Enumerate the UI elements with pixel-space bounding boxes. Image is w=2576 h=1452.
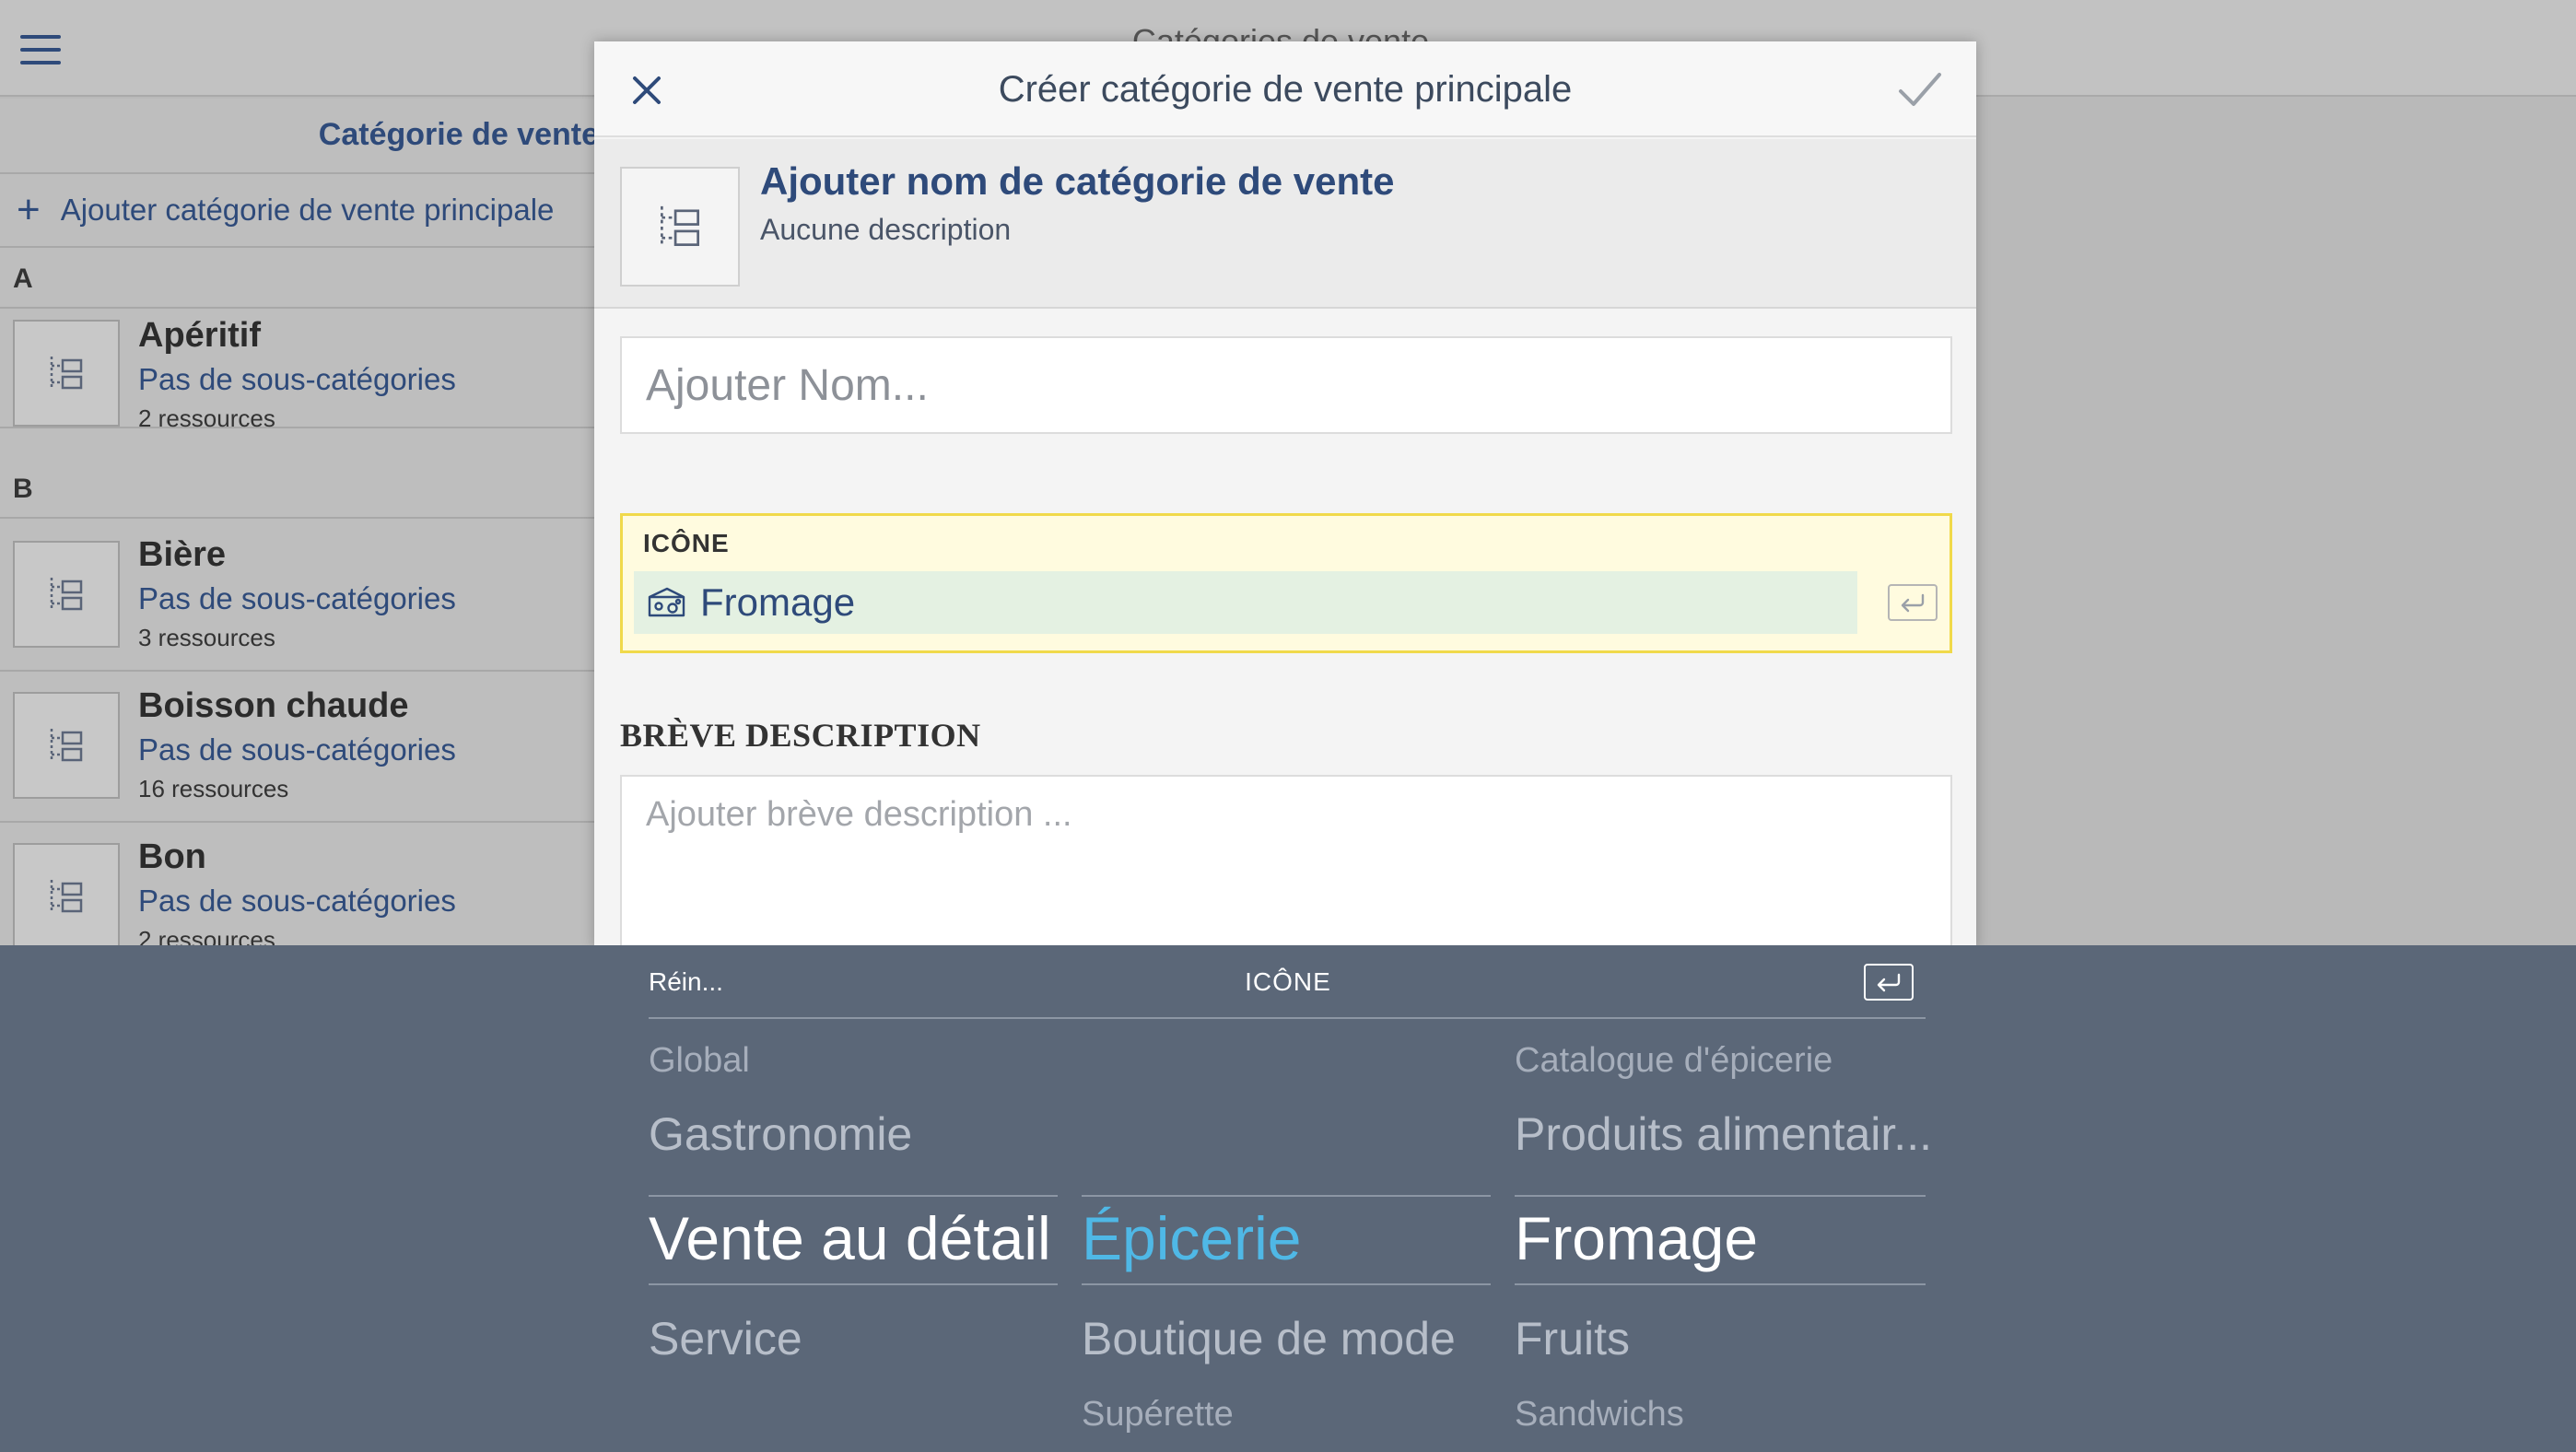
category-tree-icon [13,692,120,799]
icon-field-value[interactable]: Fromage [634,571,1857,634]
category-resources: 16 ressources [138,775,289,802]
selection-line [649,1283,1058,1285]
picker-option[interactable]: Catalogue d'épicerie [1515,1041,1832,1081]
category-resources: 2 ressources [138,404,275,432]
name-input[interactable] [620,336,1952,434]
dialog-header: Créer catégorie de vente principale [594,41,1976,137]
picker-option[interactable]: Sandwichs [1515,1395,1684,1434]
plus-icon: + [17,187,41,232]
selection-line [1082,1195,1491,1197]
category-subcategories: Pas de sous-catégories [138,884,456,918]
selection-line [649,1195,1058,1197]
description-label: BRÈVE DESCRIPTION [620,717,981,754]
selection-line [1082,1283,1491,1285]
picker-title: ICÔNE [1245,967,1331,996]
picker-option[interactable]: Produits alimentair... [1515,1107,1932,1161]
category-list-header-label: Catégorie de vente [318,117,599,152]
summary-name: Ajouter nom de catégorie de vente [760,159,1395,203]
category-tree-icon [13,541,120,648]
picker-option[interactable]: Gastronomie [649,1107,912,1161]
category-tree-icon [620,167,740,287]
picker-option[interactable]: Service [649,1312,802,1365]
summary-description: Aucune description [760,213,1012,246]
category-name: Boisson chaude [138,686,409,725]
category-row-bon[interactable]: Bon Pas de sous-catégories 2 ressources [0,823,599,946]
icon-field: ICÔNE Fromage [620,513,1952,653]
category-summary: Ajouter nom de catégorie de vente Aucune… [594,139,1976,309]
icon-picker: Réin... ICÔNE Global Gastronomie Vente a… [0,945,2576,1452]
add-main-category-button[interactable]: + Ajouter catégorie de vente principale [0,172,599,248]
category-name: Bière [138,535,227,574]
category-list-header: Catégorie de vente [0,99,599,170]
add-main-category-label: Ajouter catégorie de vente principale [60,193,555,227]
category-row-aperitif[interactable]: Apéritif Pas de sous-catégories 2 ressou… [0,309,599,432]
section-letter-b: B [0,460,599,519]
icon-field-label: ICÔNE [643,529,730,557]
picker-selected-option[interactable]: Fromage [1515,1203,1758,1273]
close-icon[interactable] [624,67,670,113]
cheese-icon [648,587,685,617]
reset-button[interactable]: Réin... [649,967,723,997]
picker-selected-option[interactable]: Épicerie [1082,1203,1301,1273]
picker-option[interactable]: Fruits [1515,1312,1630,1365]
category-subcategories: Pas de sous-catégories [138,362,456,396]
description-input[interactable] [620,775,1952,949]
picker-selected-option[interactable]: Vente au détail [649,1203,1051,1273]
category-tree-icon [13,320,120,427]
checkmark-icon[interactable] [1893,65,1945,113]
picker-option[interactable]: Boutique de mode [1082,1312,1456,1365]
category-row-boisson-chaude[interactable]: Boisson chaude Pas de sous-catégories 16… [0,672,599,823]
picker-divider [649,1017,1926,1019]
selection-line [1515,1195,1926,1197]
menu-icon[interactable] [20,35,61,64]
category-tree-icon [13,843,120,946]
category-name: Bon [138,837,206,876]
section-letter-a: A [0,250,599,309]
category-row-biere[interactable]: Bière Pas de sous-catégories 3 ressource… [0,521,599,672]
category-resources: 2 ressources [138,926,275,946]
enter-icon[interactable] [1864,964,1914,1001]
category-resources: 3 ressources [138,624,275,651]
icon-field-value-label: Fromage [700,580,856,624]
dialog-title: Créer catégorie de vente principale [998,69,1573,110]
picker-option[interactable]: Supérette [1082,1395,1234,1434]
enter-icon[interactable] [1888,584,1938,621]
category-subcategories: Pas de sous-catégories [138,581,456,615]
selection-line [1515,1283,1926,1285]
picker-option[interactable]: Global [649,1041,750,1081]
create-category-dialog: Créer catégorie de vente principale Ajou… [594,41,1976,949]
category-name: Apéritif [138,316,261,355]
category-list-panel: Catégorie de vente + Ajouter catégorie d… [0,99,599,946]
category-subcategories: Pas de sous-catégories [138,732,456,767]
